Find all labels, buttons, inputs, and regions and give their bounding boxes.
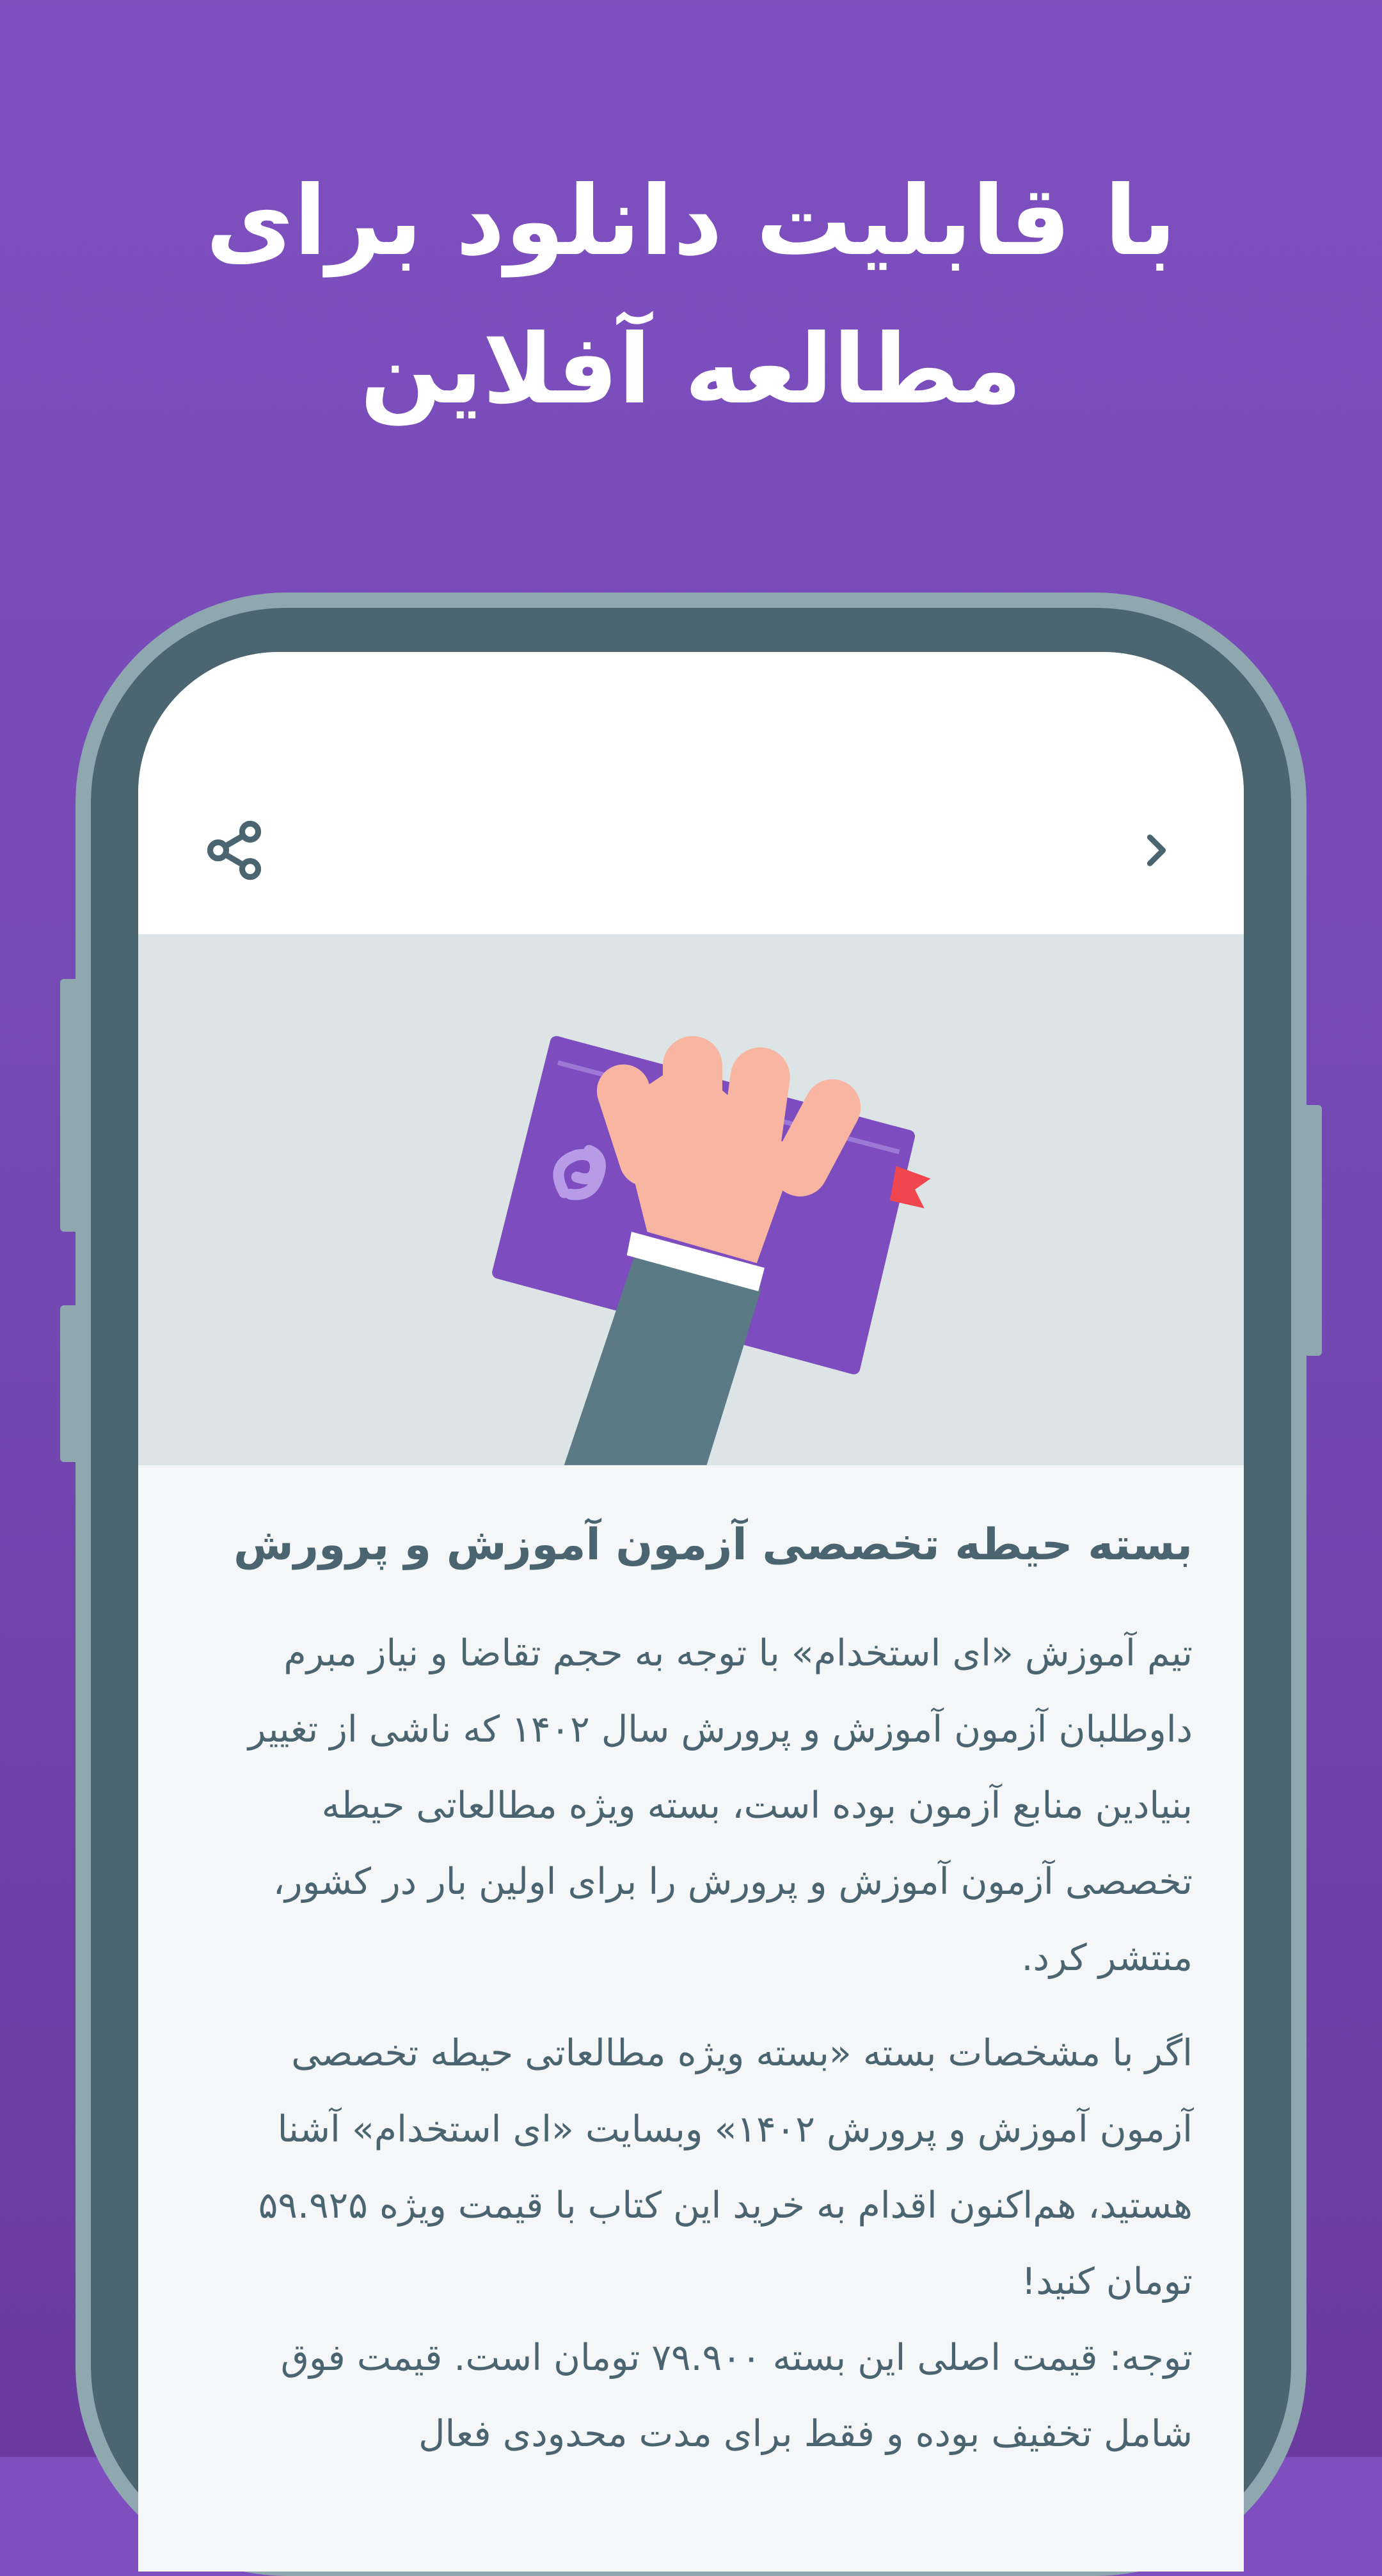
headline-line-1: با قابلیت دانلود برای <box>205 166 1177 277</box>
article-title: بسته حیطه تخصصی آزمون آموزش و پرورش <box>234 1520 1193 1570</box>
headline: با قابلیت دانلود برای مطالعه آفلاین <box>0 147 1382 444</box>
phone-screen: بسته حیطه تخصصی آزمون آموزش و پرورش تیم … <box>138 652 1244 2572</box>
share-button[interactable] <box>196 812 273 889</box>
back-button[interactable] <box>1117 812 1194 889</box>
article-paragraph: تیم آموزش «ای استخدام» با توجه به حجم تق… <box>248 1632 1193 1979</box>
chevron-right-icon <box>1147 834 1166 866</box>
article-paragraph: توجه: قیمت اصلی این بسته ۷۹.۹۰۰ تومان اس… <box>280 2337 1193 2455</box>
share-icon <box>207 820 262 880</box>
article-content: بسته حیطه تخصصی آزمون آموزش و پرورش تیم … <box>138 1465 1244 2492</box>
article-paragraph: اگر با مشخصات بسته «بسته ویژه مطالعاتی ح… <box>258 2032 1193 2303</box>
hand-holding-book-illustration <box>492 1036 931 1465</box>
headline-line-2: مطالعه آفلاین <box>360 314 1022 425</box>
app-bar <box>138 652 1244 934</box>
hero-illustration-area <box>138 934 1244 1465</box>
